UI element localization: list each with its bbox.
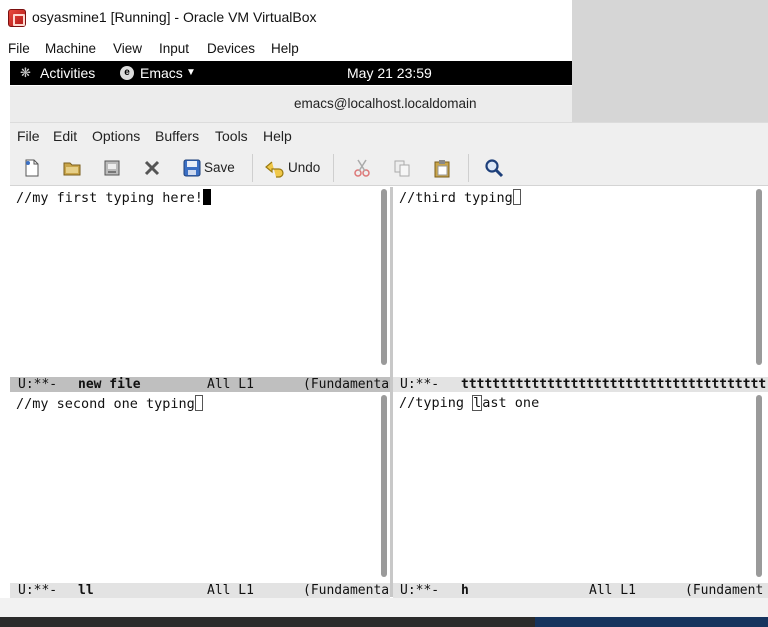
emacs-window-title: emacs@localhost.localdomain [294,96,477,111]
virtualbox-logo-icon [8,9,26,27]
emacs-menubar: File Edit Options Buffers Tools Help [10,122,768,148]
emacs-app-icon: e [120,66,134,80]
modeline-mode[interactable]: (Fundament [685,583,763,598]
modeline-top-right[interactable]: U:**- tttttttttttttttttttttttttttttttttt… [393,377,768,392]
scroll-thumb[interactable] [381,189,387,365]
open-folder-icon[interactable] [62,158,82,178]
window-bottom-left[interactable]: //my second one typing [10,393,380,583]
modeline-flags: U:**- [18,583,58,598]
modeline-bottom-right[interactable]: U:**- h All L1 (Fundament [393,583,768,598]
modeline-flags: U:**- [400,583,440,598]
search-magnifier-icon[interactable] [484,158,504,178]
scroll-thumb[interactable] [756,189,762,365]
modeline-buffer-name[interactable]: ttttttttttttttttttttttttttttttttttttttt [461,377,766,392]
emacs-menu-help[interactable]: Help [263,128,292,144]
modeline-buffer-name[interactable]: new file [78,377,141,392]
app-menu-emacs[interactable]: Emacs [140,65,183,81]
buffer-text: //typing [399,395,473,411]
vbox-menu-input[interactable]: Input [159,41,189,56]
emacs-menu-edit[interactable]: Edit [53,128,77,144]
toolbar-separator [252,154,253,182]
scrollbar-top-left[interactable] [380,187,388,377]
emacs-menu-buffers[interactable]: Buffers [155,128,199,144]
modeline-mode[interactable]: (Fundamenta [303,377,389,392]
modeline-position: All L1 [207,583,254,598]
scrollbar-top-right[interactable] [755,187,763,377]
virtualbox-window-title: osyasmine1 [Running] - Oracle VM Virtual… [32,9,317,25]
modeline-mode[interactable]: (Fundamenta [303,583,389,598]
text-cursor [512,189,521,205]
host-taskbar-accent [535,617,768,627]
vbox-menu-devices[interactable]: Devices [207,41,255,56]
emacs-menu-tools[interactable]: Tools [215,128,248,144]
toolbar-separator [468,154,469,182]
text-cursor [194,395,203,411]
scrollbar-bottom-left[interactable] [380,393,388,583]
activities-button[interactable]: Activities [40,65,95,81]
copy-icon[interactable] [392,158,412,178]
modeline-flags: U:**- [18,377,58,392]
text-cursor: l [472,395,483,411]
window-top-right[interactable]: //third typing [393,187,755,377]
save-button-label[interactable]: Save [204,160,235,175]
emacs-menu-options[interactable]: Options [92,128,140,144]
undo-arrow-icon[interactable] [264,158,284,178]
scroll-thumb[interactable] [381,395,387,577]
vbox-menu-machine[interactable]: Machine [45,41,96,56]
buffer-text: //third typing [399,190,513,206]
dired-icon[interactable] [102,158,122,178]
activities-icon: ❋ [20,65,31,80]
toolbar-separator [333,154,334,182]
overlay-panel [572,0,768,133]
vbox-menu-file[interactable]: File [8,41,30,56]
emacs-toolbar: Save Undo [10,148,768,186]
gnome-top-bar-edge [558,61,572,85]
chevron-down-icon: ▼ [186,67,196,78]
modeline-bottom-left[interactable]: U:**- ll All L1 (Fundamenta [10,583,390,598]
clock[interactable]: May 21 23:59 [347,65,432,81]
scroll-thumb[interactable] [756,395,762,577]
modeline-flags: U:**- [400,377,440,392]
emacs-window-header: emacs@localhost.localdomain [10,86,572,122]
buffer-text: //my first typing here! [16,190,203,206]
buffer-text: //my second one typing [16,396,195,412]
close-x-icon[interactable] [142,158,162,178]
text-cursor [202,189,211,205]
scrollbar-bottom-right[interactable] [755,393,763,583]
modeline-top-left[interactable]: U:**- new file All L1 (Fundamenta [10,377,390,392]
gnome-top-bar: ❋ Activities e Emacs ▼ May 21 23:59 [10,61,558,85]
cut-scissors-icon[interactable] [352,158,372,178]
save-disk-icon[interactable] [182,158,202,178]
emacs-menu-file[interactable]: File [17,128,40,144]
modeline-position: All L1 [207,377,254,392]
paste-clipboard-icon[interactable] [432,158,452,178]
undo-button-label[interactable]: Undo [288,160,320,175]
modeline-buffer-name[interactable]: h [461,583,469,598]
modeline-position: All L1 [589,583,636,598]
buffer-text: ast one [482,395,540,411]
window-bottom-right[interactable]: //typing last one [393,393,755,583]
vbox-menu-help[interactable]: Help [271,41,299,56]
vbox-menu-view[interactable]: View [113,41,142,56]
window-top-left[interactable]: //my first typing here! [10,187,380,377]
new-file-icon[interactable] [22,158,42,178]
modeline-buffer-name[interactable]: ll [78,583,94,598]
